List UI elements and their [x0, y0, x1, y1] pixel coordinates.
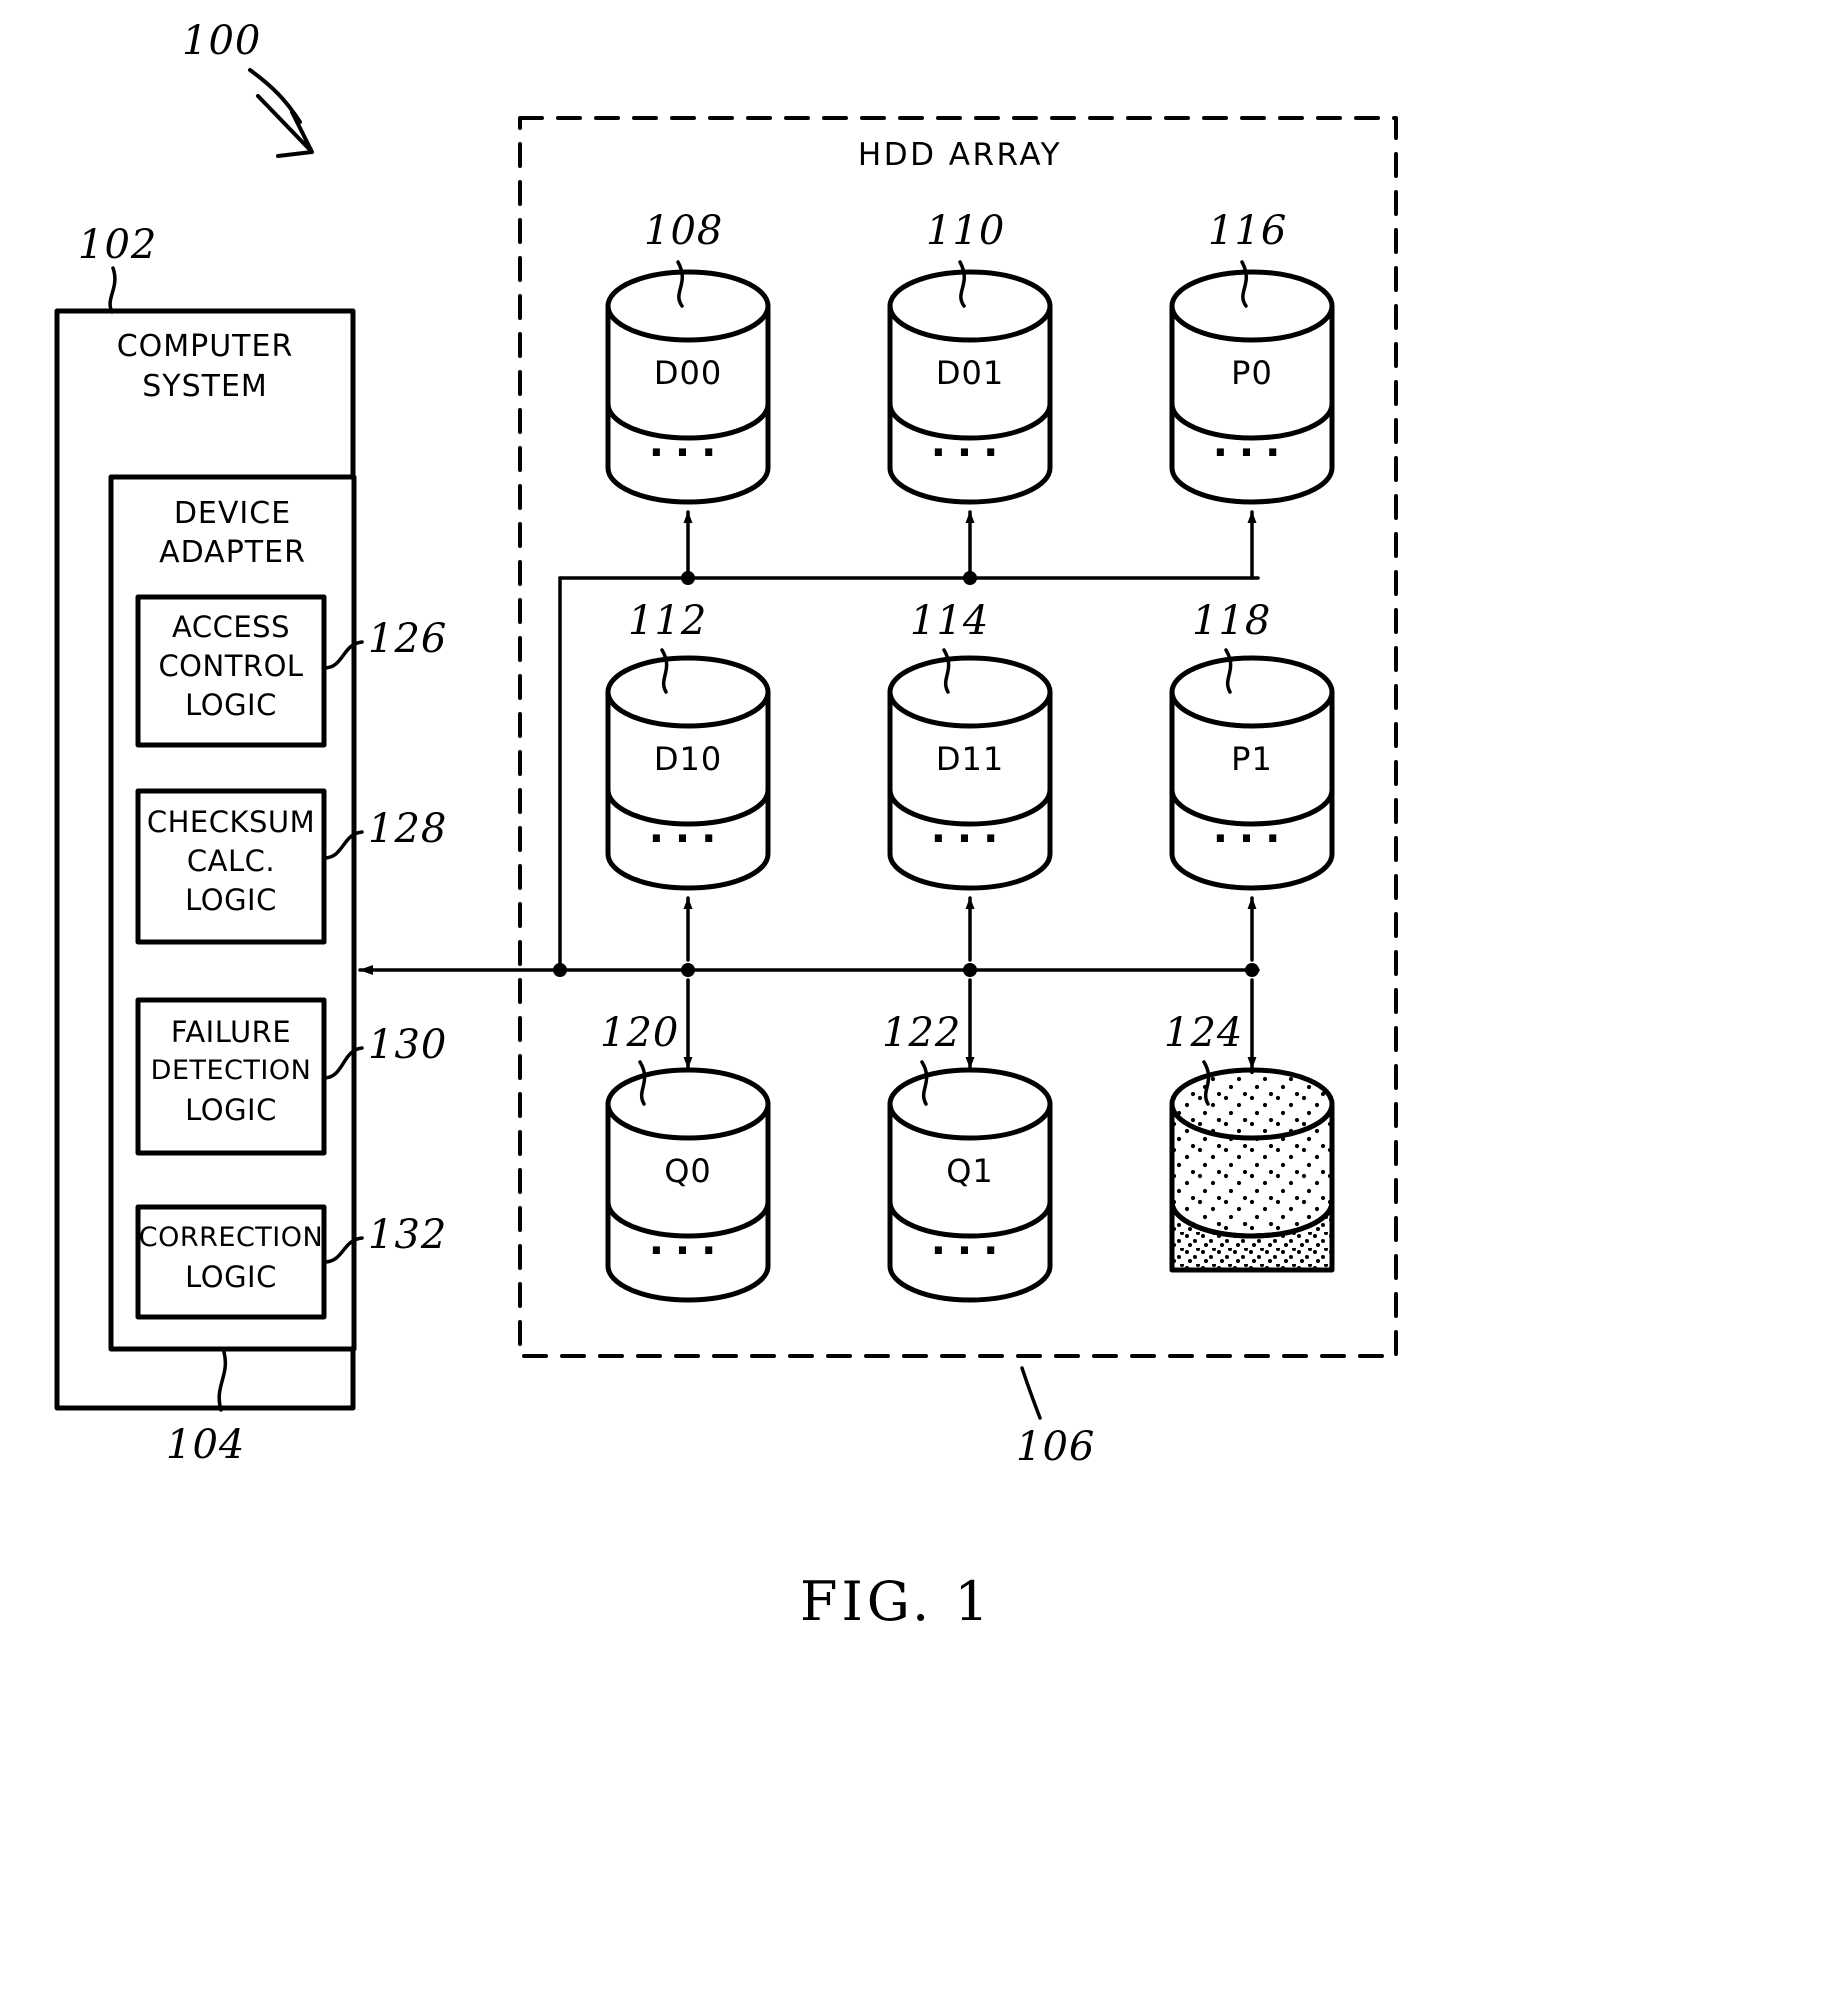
disk-label-d01: D01 — [935, 354, 1005, 392]
correction-logic-line2: LOGIC — [185, 1260, 277, 1294]
disk-ellipsis-q0: ... — [648, 1218, 728, 1264]
correction-logic-line1: CORRECTION — [138, 1222, 324, 1253]
ref-102: 102 — [78, 222, 158, 268]
ref-108: 108 — [644, 208, 724, 254]
access-control-logic-line2: CONTROL — [158, 649, 304, 683]
ref-118: 118 — [1192, 598, 1272, 644]
checksum-calc-logic-line1: CHECKSUM — [146, 805, 316, 839]
disk-label-q1: Q1 — [946, 1152, 994, 1190]
patent-figure-canvas: 100 102 COMPUTER SYSTEM 104 DEVICE ADAPT… — [0, 0, 1832, 2015]
figure-linework — [54, 68, 1398, 1420]
disk-label-p1: P1 — [1231, 740, 1273, 778]
hdd-array-title: HDD ARRAY — [857, 137, 1063, 173]
access-control-logic-line3: LOGIC — [185, 688, 277, 722]
disk-label-d10: D10 — [653, 740, 723, 778]
figure-caption: FIG. 1 — [800, 1570, 993, 1633]
ref-132: 132 — [368, 1212, 448, 1258]
ref-116: 116 — [1208, 208, 1288, 254]
ref-122: 122 — [882, 1010, 962, 1056]
ref-130: 130 — [368, 1022, 448, 1068]
disk-ellipsis-d10: ... — [648, 806, 728, 852]
disk-label-p0: P0 — [1231, 354, 1273, 392]
disk-ellipsis-d00: ... — [648, 420, 728, 466]
ref-128: 128 — [368, 806, 448, 852]
ref-126: 126 — [368, 616, 448, 662]
ref-124: 124 — [1164, 1010, 1244, 1056]
figure-ref-100: 100 — [182, 18, 262, 64]
failure-detection-logic-line2: DETECTION — [150, 1055, 312, 1086]
disk-label-d00: D00 — [653, 354, 723, 392]
ref-120: 120 — [600, 1010, 680, 1056]
ref-110: 110 — [926, 208, 1006, 254]
disk-ellipsis-q1: ... — [930, 1218, 1010, 1264]
ref-114: 114 — [910, 598, 990, 644]
ref-112: 112 — [628, 598, 708, 644]
ref-106: 106 — [1016, 1424, 1096, 1470]
device-adapter-title-line1: DEVICE — [173, 496, 292, 531]
disk-ellipsis-p1: ... — [1212, 806, 1292, 852]
checksum-calc-logic-line2: CALC. — [186, 844, 276, 878]
failure-detection-logic-line3: LOGIC — [185, 1093, 277, 1127]
device-adapter-title-line2: ADAPTER — [159, 535, 306, 570]
computer-system-title-line2: SYSTEM — [142, 369, 268, 404]
failure-detection-logic-line1: FAILURE — [170, 1015, 292, 1049]
ref-104: 104 — [166, 1422, 246, 1468]
disk-label-d11: D11 — [935, 740, 1005, 778]
checksum-calc-logic-line3: LOGIC — [185, 883, 277, 917]
disk-ellipsis-d01: ... — [930, 420, 1010, 466]
disk-ellipsis-p0: ... — [1212, 420, 1292, 466]
access-control-logic-line1: ACCESS — [172, 610, 290, 644]
computer-system-title-line1: COMPUTER — [116, 329, 294, 364]
disk-ellipsis-d11: ... — [930, 806, 1010, 852]
disk-label-q0: Q0 — [664, 1152, 712, 1190]
